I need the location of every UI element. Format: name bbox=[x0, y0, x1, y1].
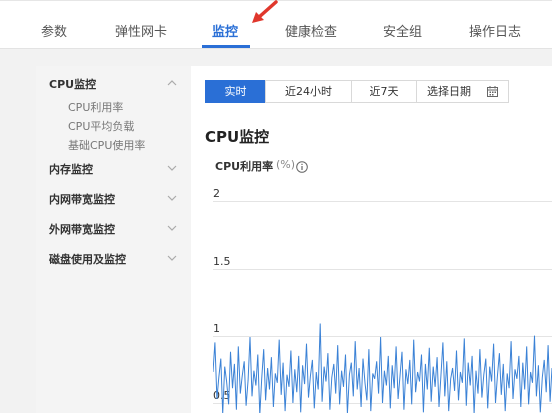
y-tick-label: 2 bbox=[213, 187, 220, 200]
cpu-usage-series-line bbox=[213, 323, 552, 413]
chevron-down-icon[interactable] bbox=[167, 164, 177, 172]
chevron-up-icon[interactable] bbox=[167, 79, 177, 87]
tab-operation-log[interactable]: 操作日志 bbox=[469, 21, 521, 40]
cpu-usage-line-chart bbox=[213, 323, 552, 413]
gridline bbox=[213, 201, 552, 202]
y-tick-label: 1.5 bbox=[213, 255, 231, 268]
sidebar-item-cpu-usage[interactable]: CPU利用率 bbox=[68, 99, 123, 115]
tab-monitoring[interactable]: 监控 bbox=[212, 21, 238, 40]
time-range-realtime[interactable]: 实时 bbox=[205, 80, 266, 103]
gridline bbox=[213, 269, 552, 270]
tab-params[interactable]: 参数 bbox=[41, 21, 67, 40]
sidebar-group-disk[interactable]: 磁盘使用及监控 bbox=[49, 251, 126, 267]
red-arrow-icon bbox=[252, 0, 278, 23]
calendar-icon bbox=[487, 86, 498, 97]
tab-security-group[interactable]: 安全组 bbox=[383, 21, 422, 40]
sidebar-group-memory[interactable]: 内存监控 bbox=[49, 161, 93, 177]
tab-eni[interactable]: 弹性网卡 bbox=[115, 21, 167, 40]
chevron-down-icon[interactable] bbox=[167, 194, 177, 202]
time-range-7d[interactable]: 近7天 bbox=[351, 80, 417, 103]
date-picker[interactable]: 选择日期 bbox=[416, 80, 509, 103]
monitor-sidebar: CPU监控 CPU利用率 CPU平均负载 基础CPU使用率 内存监控 内网带宽监… bbox=[36, 66, 191, 413]
date-picker-label: 选择日期 bbox=[427, 85, 471, 98]
sidebar-group-intranet-bandwidth[interactable]: 内网带宽监控 bbox=[49, 191, 115, 207]
chart-title: CPU利用率 bbox=[215, 160, 274, 173]
info-icon[interactable] bbox=[296, 161, 308, 173]
active-tab-underline bbox=[202, 45, 250, 48]
sidebar-group-internet-bandwidth[interactable]: 外网带宽监控 bbox=[49, 221, 115, 237]
sidebar-item-cpu-load[interactable]: CPU平均负载 bbox=[68, 118, 134, 134]
sidebar-item-base-cpu[interactable]: 基础CPU使用率 bbox=[68, 137, 145, 153]
chart-unit: (%) bbox=[276, 158, 296, 171]
chevron-down-icon[interactable] bbox=[167, 224, 177, 232]
section-title: CPU监控 bbox=[205, 128, 270, 146]
time-range-24h[interactable]: 近24小时 bbox=[265, 80, 352, 103]
chevron-down-icon[interactable] bbox=[167, 254, 177, 262]
sidebar-group-cpu[interactable]: CPU监控 bbox=[49, 76, 96, 92]
tab-health-check[interactable]: 健康检查 bbox=[285, 21, 337, 40]
